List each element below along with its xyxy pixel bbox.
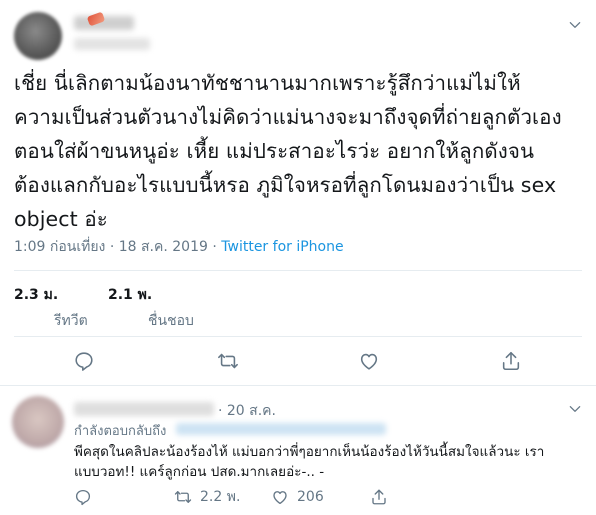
reply-icon[interactable]: [74, 488, 92, 506]
reply-tweet[interactable]: · 20 ส.ค. กำลังตอบกลับถึง พีคสุดในคลิปละ…: [0, 392, 596, 515]
reply-body-line: พีคสุดในคลิปละน้องร้องไห้ แม่บอกว่าพี่ๆอ…: [74, 444, 545, 460]
tweet-body: เชี่ย นี่เลิกตามน้องนาทัชชานานมากเพราะรู…: [14, 66, 584, 236]
heart-icon: [273, 491, 287, 505]
author-handle-redacted[interactable]: [74, 38, 150, 50]
share-icon[interactable]: [370, 488, 388, 506]
tweet-timestamp[interactable]: 1:09 ก่อนเที่ยง · 18 ส.ค. 2019 ·: [14, 239, 221, 255]
reply-body-line: แบบวอท!! แคร์ลูกก่อน ปสด.มากเลยอ่ะ-.. -: [74, 464, 325, 480]
like-button[interactable]: 206: [271, 488, 324, 506]
chevron-down-icon[interactable]: [568, 402, 582, 416]
tweet-body-line: object อ่ะ: [14, 207, 108, 231]
retweet-button[interactable]: 2.2 พ.: [174, 488, 240, 506]
reply-likes-count: 206: [297, 489, 324, 505]
retweet-icon[interactable]: [217, 350, 239, 372]
tweet-source-link[interactable]: Twitter for iPhone: [221, 239, 343, 255]
tweet-body-line: ตอนใส่ผ้าขนหนูอ่ะ เหี้ย แม่ประสาอะไรว่ะ …: [14, 139, 535, 163]
share-icon[interactable]: [500, 350, 522, 372]
replying-to-handles-redacted[interactable]: [176, 423, 386, 435]
reply-author-avatar[interactable]: [12, 396, 64, 448]
retweets-stat[interactable]: 2.3 ม. รีทวีต: [14, 284, 88, 332]
author-avatar[interactable]: [14, 12, 62, 60]
reply-actions: 2.2 พ. 206: [0, 488, 596, 508]
chevron-down-icon[interactable]: [568, 18, 582, 32]
likes-label: ชื่นชอบ: [148, 313, 194, 329]
reply-author-name-redacted[interactable]: [74, 402, 214, 416]
main-tweet: เชี่ย นี่เลิกตามน้องนาทัชชานานมากเพราะรู…: [0, 0, 596, 380]
tweet-meta: 1:09 ก่อนเที่ยง · 18 ส.ค. 2019 · Twitter…: [14, 236, 344, 258]
reply-retweets-count: 2.2 พ.: [200, 489, 241, 505]
heart-icon[interactable]: [358, 350, 380, 372]
tweet-body-line: ต้องแลกกับอะไรแบบนี้หรอ ภูมิใจหรอที่ลูกโ…: [14, 173, 557, 197]
tweet-body-line: ความเป็นส่วนตัวนางไม่คิดว่าแม่นางจะมาถึง…: [14, 105, 562, 129]
likes-count: 2.1 พ.: [108, 287, 153, 303]
tweet-body-line: เชี่ย นี่เลิกตามน้องนาทัชชานานมากเพราะรู…: [14, 71, 521, 95]
divider: [0, 385, 596, 386]
retweets-label: รีทวีต: [54, 313, 88, 329]
reply-icon[interactable]: [73, 350, 95, 372]
divider: [14, 270, 582, 271]
tweet-stats: 2.3 ม. รีทวีต 2.1 พ. ชื่นชอบ: [14, 284, 574, 329]
tweet-actions: [0, 350, 596, 374]
retweet-icon: [174, 491, 192, 503]
reply-timestamp[interactable]: · 20 ส.ค.: [218, 400, 276, 422]
likes-stat[interactable]: 2.1 พ. ชื่นชอบ: [108, 284, 194, 332]
reply-body: พีคสุดในคลิปละน้องร้องไห้ แม่บอกว่าพี่ๆอ…: [74, 442, 584, 482]
retweets-count: 2.3 ม.: [14, 287, 59, 303]
divider: [14, 336, 582, 337]
replying-to-label: กำลังตอบกลับถึง: [74, 424, 167, 439]
